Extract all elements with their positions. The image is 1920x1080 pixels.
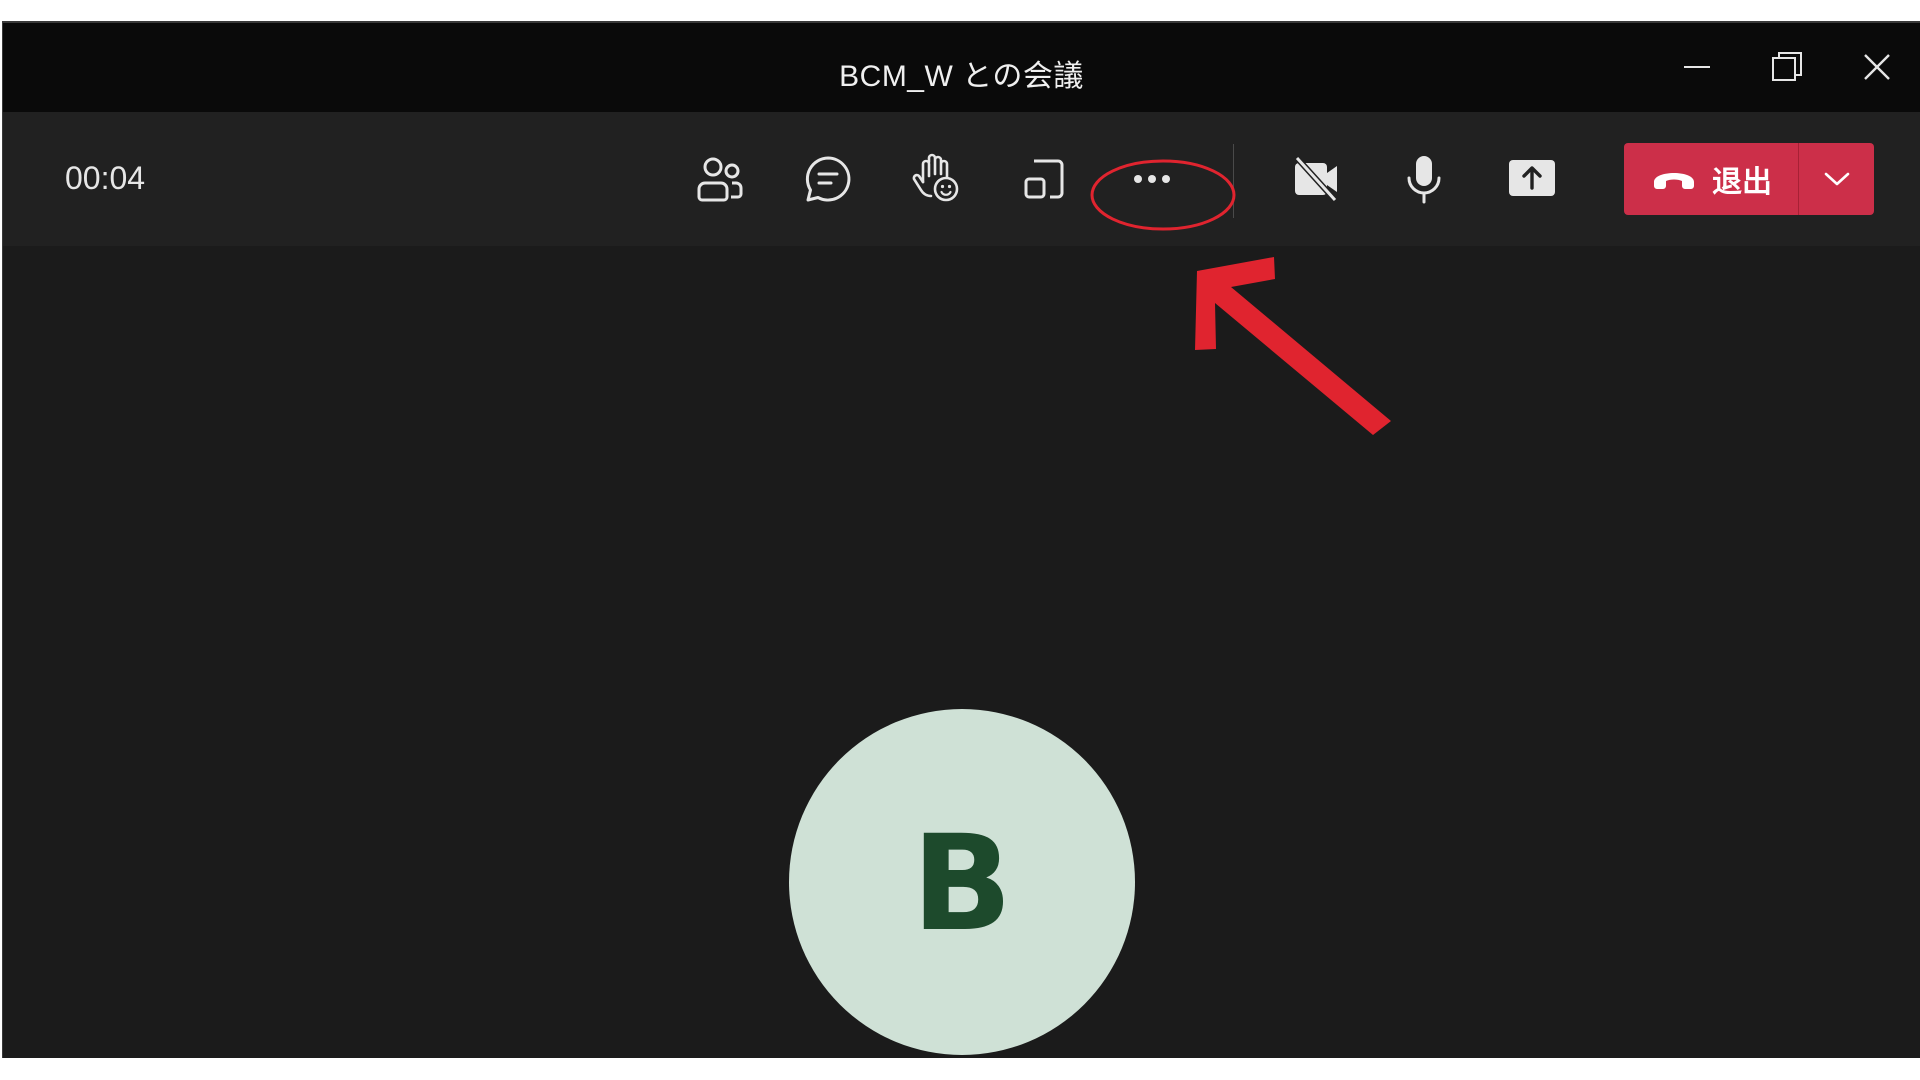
rooms-icon: [1024, 159, 1064, 199]
reactions-icon: [912, 153, 959, 202]
participant-avatar: B: [789, 709, 1135, 1055]
chevron-down-icon: [1824, 172, 1849, 186]
leave-button-group: 退出: [1624, 143, 1874, 215]
camera-button[interactable]: [1280, 143, 1352, 215]
call-timer: 00:04: [65, 160, 146, 196]
reactions-button[interactable]: [900, 143, 972, 215]
video-stage: B: [3, 246, 1920, 1058]
leave-button[interactable]: 退出: [1624, 143, 1798, 215]
meeting-toolbar: 00:04 退出: [3, 112, 1920, 246]
camera-off-icon: [1294, 155, 1338, 203]
participants-icon: [697, 157, 743, 202]
avatar-initial: B: [911, 807, 1013, 961]
restore-icon: [1772, 52, 1802, 81]
share-screen-button[interactable]: [1496, 143, 1568, 215]
share-screen-icon: [1509, 160, 1555, 196]
microphone-icon: [1407, 156, 1441, 204]
title-bar: BCM_W との会議: [3, 23, 1920, 112]
annotation-arrow: [1195, 257, 1391, 435]
leave-options-dropdown[interactable]: [1799, 143, 1874, 215]
minimize-button[interactable]: [1677, 47, 1717, 87]
leave-label: 退出: [1712, 166, 1772, 199]
participants-button[interactable]: [684, 143, 756, 215]
window-title: BCM_W との会議: [839, 60, 1084, 93]
hang-up-icon: [1654, 173, 1694, 189]
minimize-icon: [1684, 66, 1710, 68]
meeting-window: BCM_W との会議 00:04 退出 B: [2, 21, 1920, 1058]
annotation-circle: [1090, 159, 1236, 231]
chat-icon: [805, 156, 851, 202]
rooms-button[interactable]: [1008, 143, 1080, 215]
microphone-button[interactable]: [1388, 143, 1460, 215]
close-icon: [1864, 54, 1890, 80]
chat-button[interactable]: [792, 143, 864, 215]
restore-button[interactable]: [1767, 47, 1807, 87]
close-button[interactable]: [1857, 47, 1897, 87]
